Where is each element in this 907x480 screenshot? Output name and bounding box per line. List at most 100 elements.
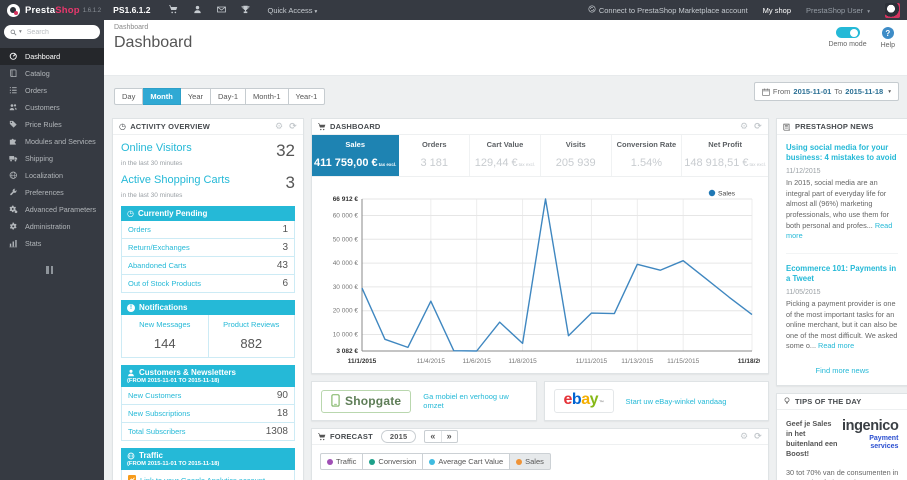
sidebar-item-administration[interactable]: Administration <box>0 218 104 235</box>
kpi-value: 205 939 <box>555 157 596 169</box>
avatar[interactable] <box>885 2 900 18</box>
sidebar-item-dashboard[interactable]: Dashboard <box>0 48 104 65</box>
pending-row-abandoned-carts[interactable]: Abandoned Carts 43 <box>121 257 295 275</box>
sidebar-item-stats[interactable]: Stats <box>0 235 104 252</box>
sidebar-search[interactable]: ▾ <box>4 25 100 39</box>
shopgate-logo[interactable]: Shopgate <box>321 389 412 413</box>
brand-wordmark[interactable]: PrestaShop <box>25 5 80 16</box>
marketplace-connect-link[interactable]: Connect to PrestaShop Marketplace accoun… <box>588 5 748 15</box>
find-more-news-link[interactable]: Find more news <box>786 366 898 375</box>
online-visitors-link[interactable]: Online Visitors <box>121 142 192 154</box>
svg-text:11/8/2015: 11/8/2015 <box>508 358 537 365</box>
person-icon[interactable] <box>193 5 202 16</box>
forecast-legend-traffic[interactable]: Traffic <box>320 453 364 470</box>
sidebar-item-label: Shipping <box>25 154 53 163</box>
sidebar-item-preferences[interactable]: Preferences <box>0 184 104 201</box>
sidebar-item-catalog[interactable]: Catalog <box>0 65 104 82</box>
previous-year-button[interactable]: « <box>425 431 440 442</box>
kpi-label: Visits <box>565 140 586 149</box>
shop-name[interactable]: PS1.6.1.2 <box>113 5 150 15</box>
breadcrumb[interactable]: Dashboard <box>114 24 899 31</box>
kpi-cart-value[interactable]: Cart Value 129,44 €tax excl. <box>470 135 541 176</box>
sidebar-item-price-rules[interactable]: Price Rules <box>0 116 104 133</box>
pending-row-out-of-stock-products[interactable]: Out of Stock Products 6 <box>121 275 295 293</box>
kpi-orders[interactable]: Orders 3 181 <box>399 135 471 176</box>
range-button-year[interactable]: Year <box>180 88 211 105</box>
sidebar-item-localization[interactable]: Localization <box>0 167 104 184</box>
shopgate-link[interactable]: Ga mobiel en verhoog uw omzet <box>423 392 526 410</box>
news-article-title[interactable]: Using social media for your business: 4 … <box>786 143 898 163</box>
user-menu[interactable]: PrestaShop User ▾ <box>806 6 870 15</box>
forecast-legend-average-cart-value[interactable]: Average Cart Value <box>422 453 511 470</box>
pending-row-return-exchanges[interactable]: Return/Exchanges 3 <box>121 239 295 257</box>
google-analytics-link[interactable]: Link to your Google Analytics account <box>121 470 295 480</box>
range-button-year-1[interactable]: Year-1 <box>288 88 326 105</box>
kpi-sales[interactable]: Sales 411 759,00 €tax excl. <box>312 135 400 176</box>
refresh-icon[interactable]: ⟳ <box>754 432 762 441</box>
customers-row-total-subscribers[interactable]: Total Subscribers 1308 <box>121 423 295 441</box>
dashboard-panel: DASHBOARD ⚙ ⟳ Sales 411 759,00 €tax excl.… <box>311 118 769 374</box>
wrench-icon <box>9 188 18 197</box>
read-more-link[interactable]: Read more <box>786 221 892 241</box>
forecast-year[interactable]: 2015 <box>380 430 417 443</box>
globe-icon <box>9 171 18 180</box>
shopgate-module: Shopgate Ga mobiel en verhoog uw omzet <box>311 381 537 421</box>
kpi-net-profit[interactable]: Net Profit 148 918,51 €tax excl. <box>682 135 768 176</box>
ebay-letter: a <box>581 391 590 408</box>
pending-row-orders[interactable]: Orders 1 <box>121 221 295 239</box>
range-button-day[interactable]: Day <box>114 88 144 105</box>
kpi-conversion-rate[interactable]: Conversion Rate 1.54% <box>612 135 683 176</box>
gear-icon[interactable]: ⚙ <box>740 122 748 131</box>
range-button-month-1[interactable]: Month-1 <box>246 88 289 105</box>
date-range-picker[interactable]: From 2015-11-01 To 2015-11-18 ▾ <box>753 82 899 101</box>
sidebar-item-advanced-parameters[interactable]: Advanced Parameters <box>0 201 104 218</box>
envelope-icon[interactable] <box>216 5 226 16</box>
sidebar: ▾ Dashboard Catalog Orders Customers Price R… <box>0 20 104 480</box>
topbar: PrestaShop 1.6.1.2 PS1.6.1.2 Quick Acces… <box>0 0 907 20</box>
range-button-month[interactable]: Month <box>143 88 181 105</box>
gear-icon[interactable]: ⚙ <box>275 122 283 131</box>
chevron-down-icon[interactable]: ▾ <box>19 29 22 35</box>
ebay-logo[interactable]: e b a y ™ <box>553 389 614 413</box>
legend-dot-icon <box>516 458 523 465</box>
sidebar-item-orders[interactable]: Orders <box>0 82 104 99</box>
kpi-label: Cart Value <box>486 140 524 149</box>
refresh-icon[interactable]: ⟳ <box>754 122 762 131</box>
kpi-suffix: tax excl. <box>749 162 767 167</box>
demo-mode-toggle[interactable] <box>835 27 860 38</box>
sidebar-item-shipping[interactable]: Shipping <box>0 150 104 167</box>
customers-row-new-customers[interactable]: New Customers 90 <box>121 387 295 405</box>
next-year-button[interactable]: » <box>440 431 457 442</box>
ebay-link[interactable]: Start uw eBay-winkel vandaag <box>626 397 727 406</box>
gear-icon[interactable]: ⚙ <box>740 432 748 441</box>
forecast-legend-conversion[interactable]: Conversion <box>362 453 424 470</box>
row-label: Orders <box>128 225 151 234</box>
connect-icon <box>588 5 596 15</box>
refresh-icon[interactable]: ⟳ <box>289 122 297 131</box>
ingenico-logo[interactable]: ingenico Payment services <box>842 418 899 460</box>
news-article-title[interactable]: Ecommerce 101: Payments in a Tweet <box>786 264 898 284</box>
trophy-icon[interactable] <box>241 5 250 16</box>
kpi-visits[interactable]: Visits 205 939 <box>541 135 612 176</box>
forecast-legend-sales[interactable]: Sales <box>509 453 551 470</box>
cart-icon[interactable] <box>168 4 178 16</box>
help-icon[interactable]: ? <box>881 27 894 39</box>
sidebar-item-customers[interactable]: Customers <box>0 99 104 116</box>
active-carts-link[interactable]: Active Shopping Carts <box>121 174 230 186</box>
notification-product-reviews[interactable]: Product Reviews 882 <box>208 315 295 358</box>
kpi-label: Sales <box>345 140 365 149</box>
sidebar-collapse-button[interactable] <box>46 266 104 274</box>
notification-new-messages[interactable]: New Messages 144 <box>121 315 209 358</box>
sidebar-item-modules-and-services[interactable]: Modules and Services <box>0 133 104 150</box>
ebay-letter: b <box>571 391 582 408</box>
read-more-link[interactable]: Read more <box>818 341 854 350</box>
news-article-body: Picking a payment provider is one of the… <box>786 298 898 351</box>
quick-access-menu[interactable]: Quick Access ▾ <box>268 6 318 15</box>
help-label: Help <box>880 42 895 49</box>
customers-row-new-subscriptions[interactable]: New Subscriptions 18 <box>121 405 295 423</box>
my-shop-link[interactable]: My shop <box>763 6 791 15</box>
chevron-down-icon: ▾ <box>888 88 891 95</box>
tip-headline: Geef je Sales in het buitenland een Boos… <box>786 418 838 459</box>
range-button-day-1[interactable]: Day-1 <box>211 88 247 105</box>
search-input[interactable] <box>26 28 94 36</box>
